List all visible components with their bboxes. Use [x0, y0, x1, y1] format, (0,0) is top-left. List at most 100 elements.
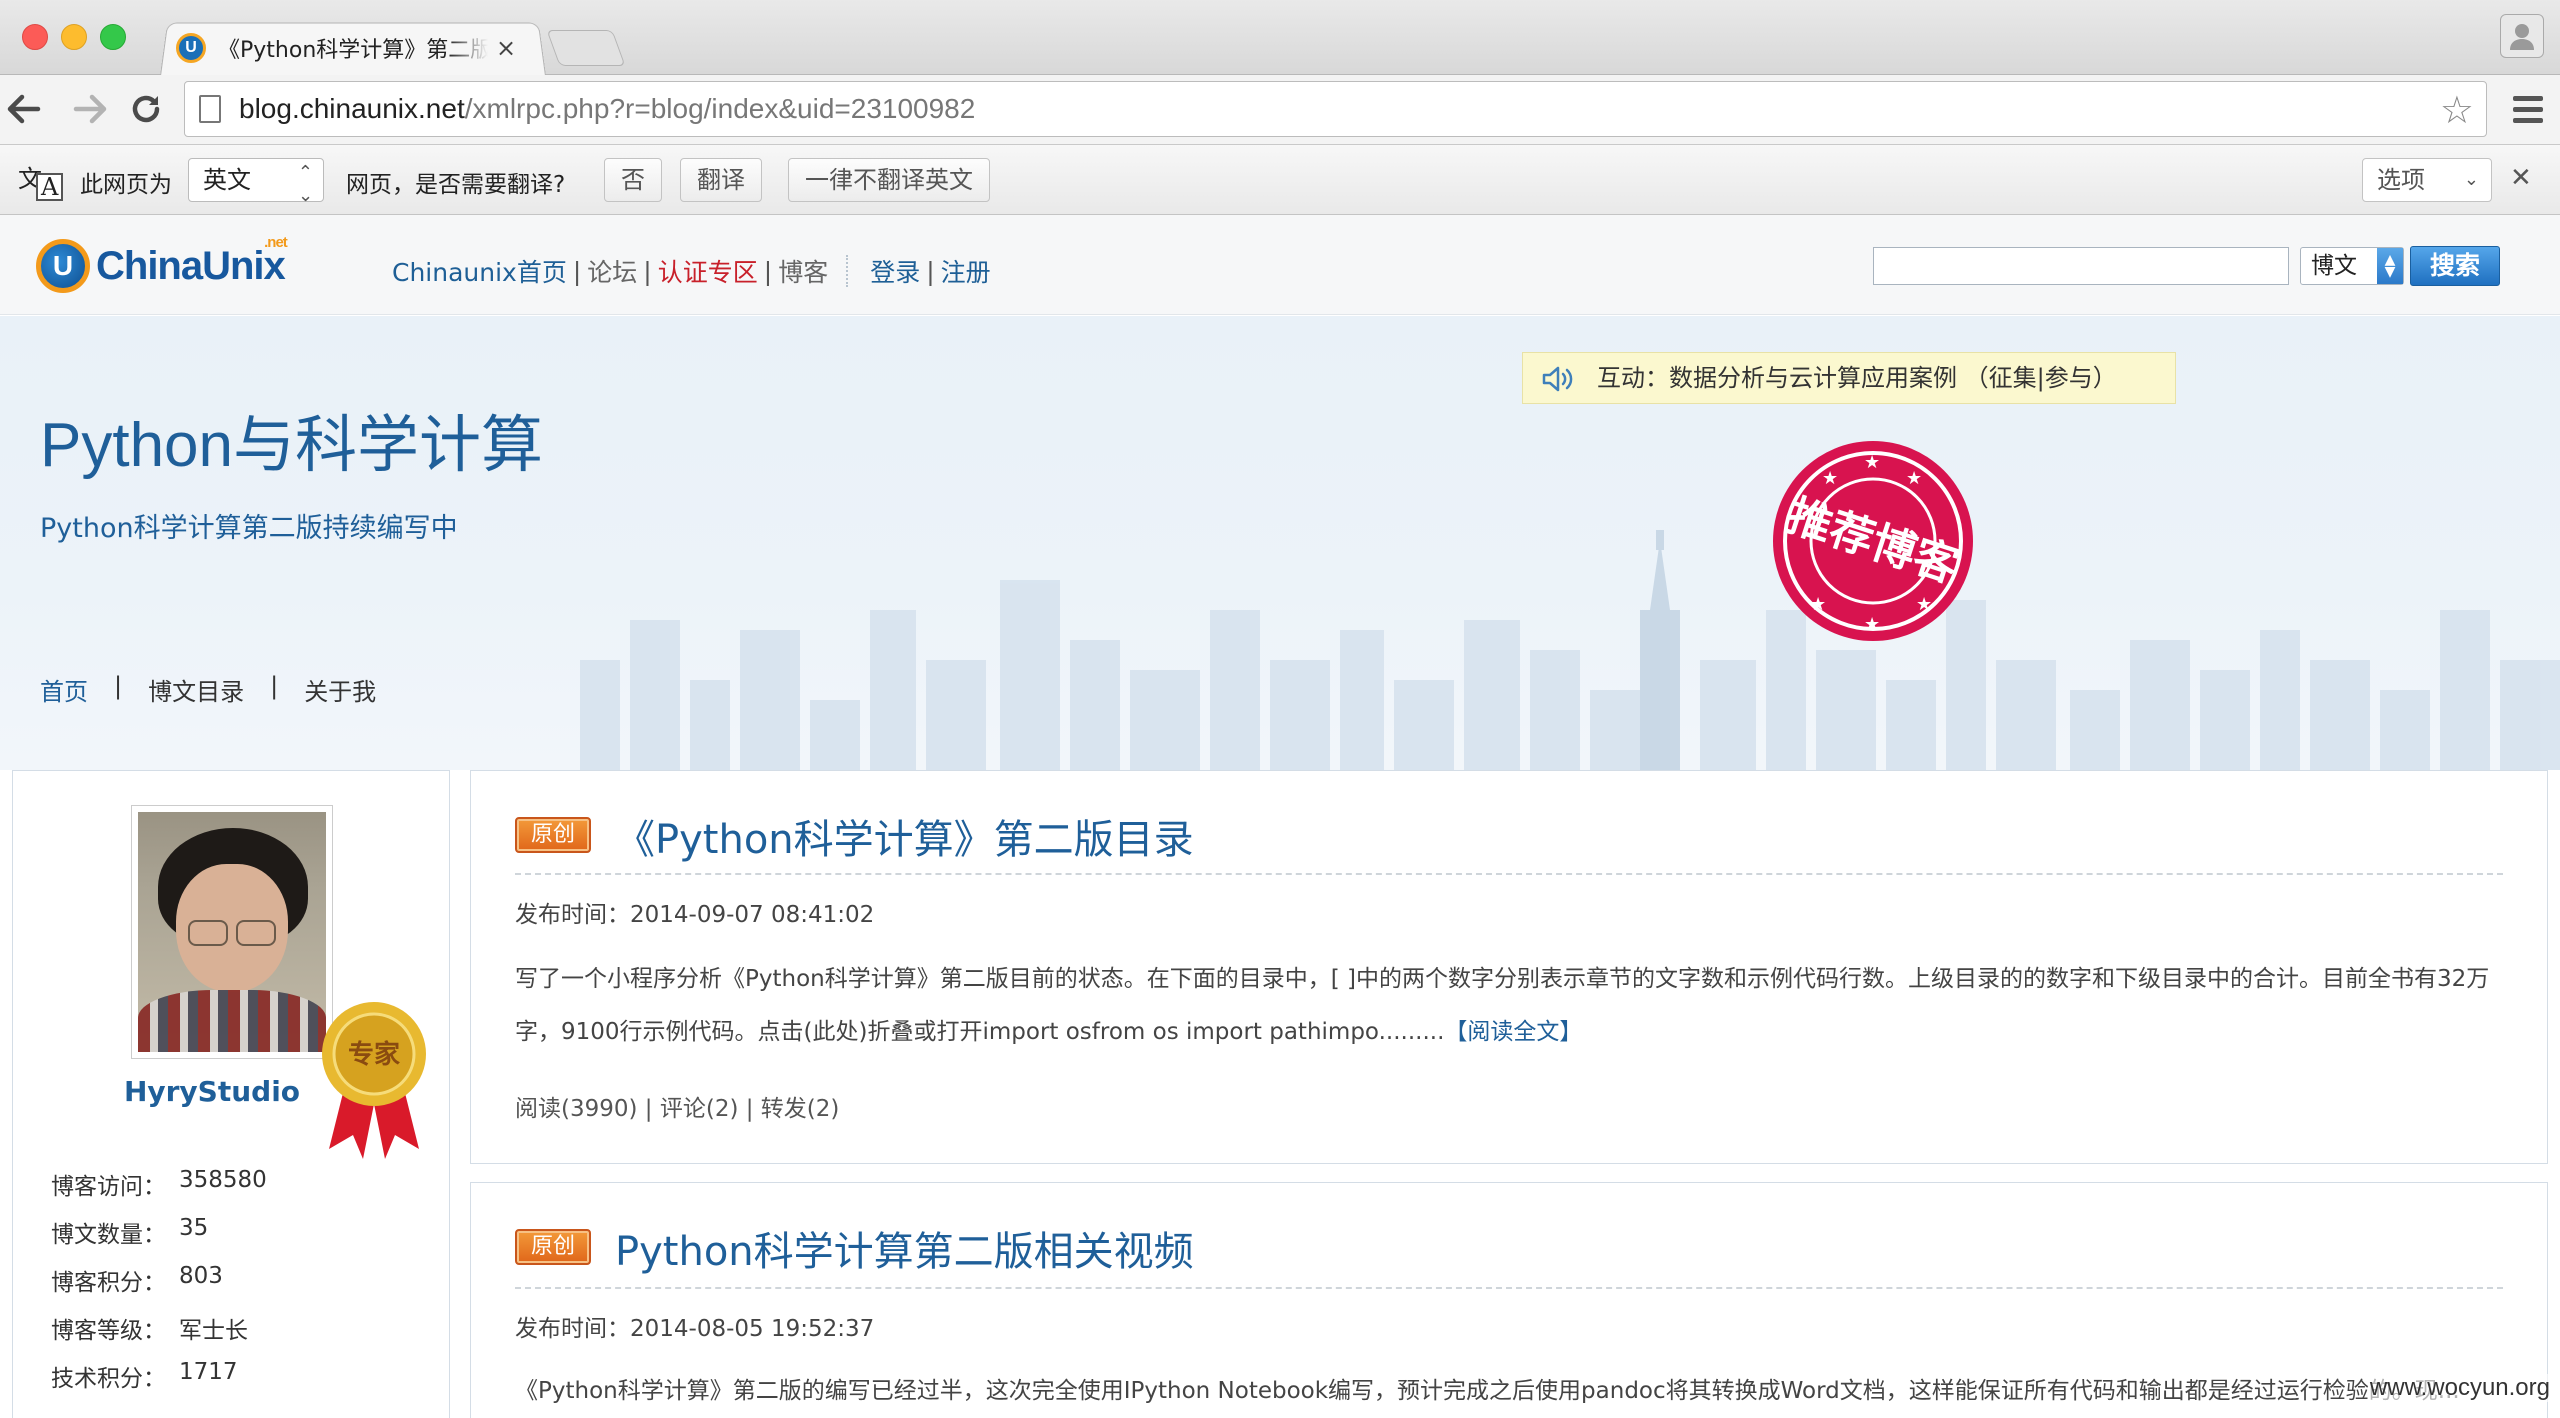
url-text[interactable]: blog.chinaunix.net/xmlrpc.php?r=blog/ind…	[239, 93, 975, 125]
nav-sep: |	[270, 672, 279, 700]
nav-sep: |	[114, 672, 123, 700]
profile-stats: 博客访问： 358580 博文数量： 35 博客积分： 803 博客等级： 军士长 技术…	[51, 1167, 267, 1407]
username[interactable]: HyryStudio	[13, 1075, 451, 1108]
chinaunix-logo[interactable]: U ChinaUnix .net	[36, 233, 288, 293]
post-card: 原创 《Python科学计算》第二版目录 发布时间：2014-09-07 08:…	[470, 770, 2548, 1164]
stat-value: 军士长	[179, 1318, 248, 1344]
nav-home-link[interactable]: Chinaunix首页	[392, 253, 567, 289]
nav-sep: |	[572, 256, 582, 286]
stat-label: 博客访问：	[51, 1174, 166, 1200]
window-minimize-button[interactable]	[61, 24, 87, 50]
blog-banner: Python与科学计算 Python科学计算第二版持续编写中 首页 | 博文目录…	[0, 316, 2560, 770]
nav-cert-link[interactable]: 认证专区	[658, 253, 758, 289]
translate-prefix: 此网页为	[80, 172, 172, 198]
original-badge: 原创	[515, 817, 591, 853]
back-arrow-icon[interactable]	[2, 87, 46, 131]
recommended-blog-stamp: ★★★ ★★★ 推荐博客	[1773, 441, 1973, 641]
nav-sep: |	[763, 256, 773, 286]
tab-close-icon[interactable]: ×	[496, 34, 516, 62]
blog-subtitle: Python科学计算第二版持续编写中	[40, 513, 458, 544]
post-meta[interactable]: 阅读(3990) | 评论(2) | 转发(2)	[515, 1089, 839, 1123]
stat-label: 技术积分：	[51, 1366, 166, 1392]
stat-label: 博文数量：	[51, 1222, 166, 1248]
profile-user-icon[interactable]	[2500, 14, 2544, 58]
browser-tab-bar: U 《Python科学计算》第二版目 ×	[0, 0, 2560, 77]
site-nav: Chinaunix首页 | 论坛 | 认证专区 | 博客 登录 | 注册	[392, 253, 991, 289]
search-button[interactable]: 搜索	[2410, 246, 2500, 286]
translate-question: 网页，是否需要翻译?	[346, 172, 566, 198]
speaker-icon	[1542, 366, 1573, 392]
chinaunix-favicon-icon: U	[176, 33, 206, 63]
tab-title: 《Python科学计算》第二版目	[218, 38, 488, 63]
never-translate-button[interactable]: 一律不翻译英文	[788, 158, 990, 202]
logo-text: ChinaUnix .net	[96, 233, 288, 288]
translate-icon: 文A	[18, 159, 64, 201]
nav-sep: |	[643, 256, 652, 286]
select-updown-icon: ▲ ▼	[2377, 248, 2403, 284]
search-category-select[interactable]: 博文 ▲ ▼	[2300, 247, 2404, 285]
stat-value: 358580	[179, 1167, 267, 1193]
blog-title[interactable]: Python与科学计算	[40, 394, 543, 484]
blog-nav-home[interactable]: 首页	[40, 672, 88, 707]
stat-value: 35	[179, 1215, 209, 1241]
svg-text:★: ★	[1810, 594, 1826, 615]
translate-button[interactable]: 翻译	[680, 158, 762, 202]
window-close-button[interactable]	[22, 24, 48, 50]
active-tab-content[interactable]: U 《Python科学计算》第二版目 ×	[176, 28, 536, 68]
svg-text:★: ★	[1916, 594, 1932, 615]
nav-blog-link[interactable]: 博客	[778, 253, 828, 289]
notice-bar[interactable]: 互动：数据分析与云计算应用案例 （征集|参与）	[1522, 352, 2176, 404]
forward-arrow-icon[interactable]	[68, 87, 112, 131]
stat-label: 博客等级：	[51, 1318, 166, 1344]
site-header: U ChinaUnix .net Chinaunix首页 | 论坛 | 认证专区 …	[0, 215, 2560, 315]
svg-text:★: ★	[1864, 614, 1880, 635]
blog-nav-posts[interactable]: 博文目录	[148, 672, 244, 707]
logo-net: .net	[264, 233, 288, 251]
stat-row: 博文数量： 35	[51, 1215, 267, 1263]
profile-sidebar: 专家 HyryStudio 博客访问： 358580 博文数量： 35 博客积分： 8…	[12, 770, 450, 1418]
post-divider	[515, 1287, 2503, 1289]
stat-row: 博客等级： 军士长	[51, 1311, 267, 1359]
post-card: 原创 Python科学计算第二版相关视频 发布时间：2014-08-05 19:…	[470, 1182, 2548, 1418]
login-link[interactable]: 登录	[870, 253, 920, 289]
logo-u-icon: U	[36, 239, 90, 293]
blog-nav: 首页 | 博文目录 | 关于我	[40, 672, 376, 707]
options-label: 选项	[2377, 166, 2425, 194]
nav-forum-link[interactable]: 论坛	[587, 253, 637, 289]
select-updown-icon: ⌃ ⌃	[297, 162, 313, 205]
nav-divider	[846, 255, 849, 287]
post-title-link[interactable]: 《Python科学计算》第二版目录	[615, 807, 1194, 865]
browser-toolbar: blog.chinaunix.net/xmlrpc.php?r=blog/ind…	[0, 75, 2560, 145]
search-category-value: 博文	[2311, 253, 2357, 279]
post-divider	[515, 873, 2503, 875]
reload-icon[interactable]	[124, 87, 168, 131]
infobar-close-icon[interactable]: ✕	[2510, 163, 2532, 193]
source-language-select[interactable]: 英文 ⌃ ⌃	[188, 158, 324, 205]
post-excerpt: 写了一个小程序分析《Python科学计算》第二版目前的状态。在下面的目录中，[ …	[515, 953, 2509, 1059]
stat-value: 1717	[179, 1359, 238, 1385]
page-icon	[199, 95, 221, 123]
translate-options-select[interactable]: 选项 ⌄	[2362, 158, 2492, 202]
city-skyline-illustration	[580, 530, 2560, 770]
address-bar[interactable]: blog.chinaunix.net/xmlrpc.php?r=blog/ind…	[184, 81, 2487, 137]
blog-nav-about[interactable]: 关于我	[304, 672, 376, 707]
no-translate-button[interactable]: 否	[604, 158, 662, 202]
hamburger-menu-icon[interactable]	[2508, 89, 2548, 129]
avatar[interactable]	[131, 805, 333, 1059]
nav-sep: |	[926, 256, 935, 286]
bookmark-star-icon[interactable]: ☆	[2440, 88, 2474, 132]
post-title-link[interactable]: Python科学计算第二版相关视频	[615, 1219, 1194, 1277]
svg-text:★: ★	[1822, 468, 1838, 489]
svg-text:★: ★	[1906, 468, 1922, 489]
stat-value: 803	[179, 1263, 223, 1289]
register-link[interactable]: 注册	[941, 253, 991, 289]
window-zoom-button[interactable]	[100, 24, 126, 50]
original-badge: 原创	[515, 1229, 591, 1265]
source-language-value: 英文	[203, 166, 251, 194]
read-more-link[interactable]: 【阅读全文】	[1444, 1019, 1582, 1045]
new-tab-button[interactable]	[546, 30, 626, 66]
stat-label: 博客积分：	[51, 1270, 166, 1296]
post-excerpt: 《Python科学计算》第二版的编写已经过半，这次完全使用IPython Not…	[515, 1378, 2460, 1404]
site-search-input[interactable]	[1873, 247, 2289, 285]
stat-row: 博客积分： 803	[51, 1263, 267, 1311]
